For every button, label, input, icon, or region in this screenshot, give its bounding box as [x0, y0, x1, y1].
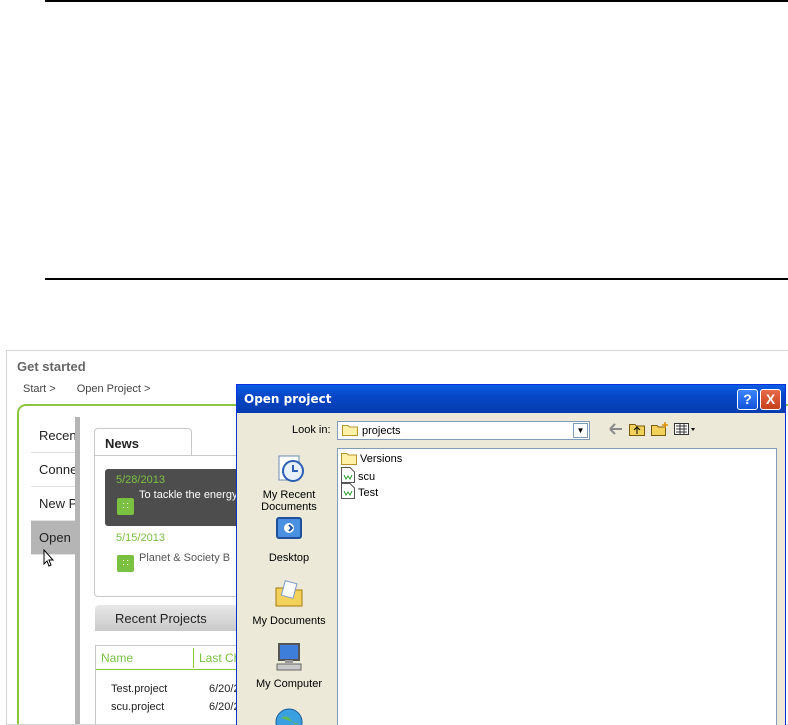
file-name: Test	[358, 487, 379, 499]
view-menu-icon[interactable]	[674, 422, 696, 439]
back-arrow-icon[interactable]	[608, 422, 624, 439]
column-divider	[193, 648, 194, 668]
bottom-rule	[45, 278, 788, 280]
tab-news[interactable]: News	[94, 428, 192, 456]
desktop-icon	[247, 515, 331, 550]
chevron-down-icon[interactable]: ▼	[573, 423, 588, 438]
open-project-dialog: Open project ? X Look in: projects ▼ My …	[236, 384, 786, 725]
place-label: My Recent Documents	[261, 489, 317, 513]
folder-icon	[341, 453, 357, 465]
clock-icon	[247, 452, 331, 487]
rss-icon: ∷	[117, 555, 134, 572]
place-desktop[interactable]: Desktop	[247, 515, 331, 564]
side-tab-new-project[interactable]: New Project	[31, 487, 75, 521]
computer-icon	[247, 641, 331, 676]
look-in-value: projects	[362, 425, 401, 437]
place-my-recent-documents[interactable]: My Recent Documents	[247, 452, 331, 513]
list-item-file[interactable]: Test	[341, 483, 378, 499]
table-row-name[interactable]: Test.project	[111, 683, 167, 695]
dialog-title: Open project	[244, 392, 332, 406]
breadcrumb: Start > Open Project >	[23, 383, 171, 395]
place-label: My Computer	[255, 678, 323, 690]
up-folder-icon[interactable]	[629, 422, 645, 439]
project-file-icon	[341, 483, 355, 499]
table-row-name[interactable]: scu.project	[111, 701, 164, 713]
side-tab-connect[interactable]: Connect	[31, 453, 75, 487]
documents-folder-icon	[247, 578, 331, 613]
globe-icon	[247, 706, 331, 725]
place-label: Desktop	[268, 552, 310, 564]
new-folder-icon[interactable]	[651, 422, 669, 439]
side-tab-recent[interactable]: Recent	[31, 419, 75, 453]
dialog-titlebar[interactable]: Open project ? X	[237, 385, 785, 413]
place-label: My Documents	[252, 615, 326, 627]
side-divider	[75, 417, 80, 724]
breadcrumb-open-project[interactable]: Open Project >	[77, 383, 151, 395]
mouse-cursor-icon	[43, 548, 55, 572]
places-bar: My Recent Documents Desktop My Documents…	[247, 448, 337, 725]
place-network[interactable]	[247, 706, 331, 725]
list-item-file[interactable]: scu	[341, 467, 375, 483]
page-title: Get started	[17, 359, 86, 374]
project-file-icon	[341, 467, 355, 483]
top-rule	[45, 0, 788, 2]
side-tabs: Recent Connect New Project Open	[31, 419, 75, 555]
folder-icon	[342, 424, 358, 439]
breadcrumb-start[interactable]: Start >	[23, 383, 56, 395]
place-my-computer[interactable]: My Computer	[247, 641, 331, 690]
look-in-label: Look in:	[292, 424, 331, 436]
file-name: Versions	[360, 453, 403, 465]
help-button[interactable]: ?	[737, 389, 758, 410]
file-list[interactable]: Versions scu Test	[337, 448, 777, 725]
look-in-select[interactable]: projects ▼	[337, 421, 590, 440]
file-name: scu	[358, 471, 376, 483]
column-name[interactable]: Name	[101, 651, 133, 665]
rss-icon: ∷	[117, 498, 134, 515]
place-my-documents[interactable]: My Documents	[247, 578, 331, 627]
close-button[interactable]: X	[760, 389, 781, 410]
list-item-folder[interactable]: Versions	[341, 451, 402, 467]
